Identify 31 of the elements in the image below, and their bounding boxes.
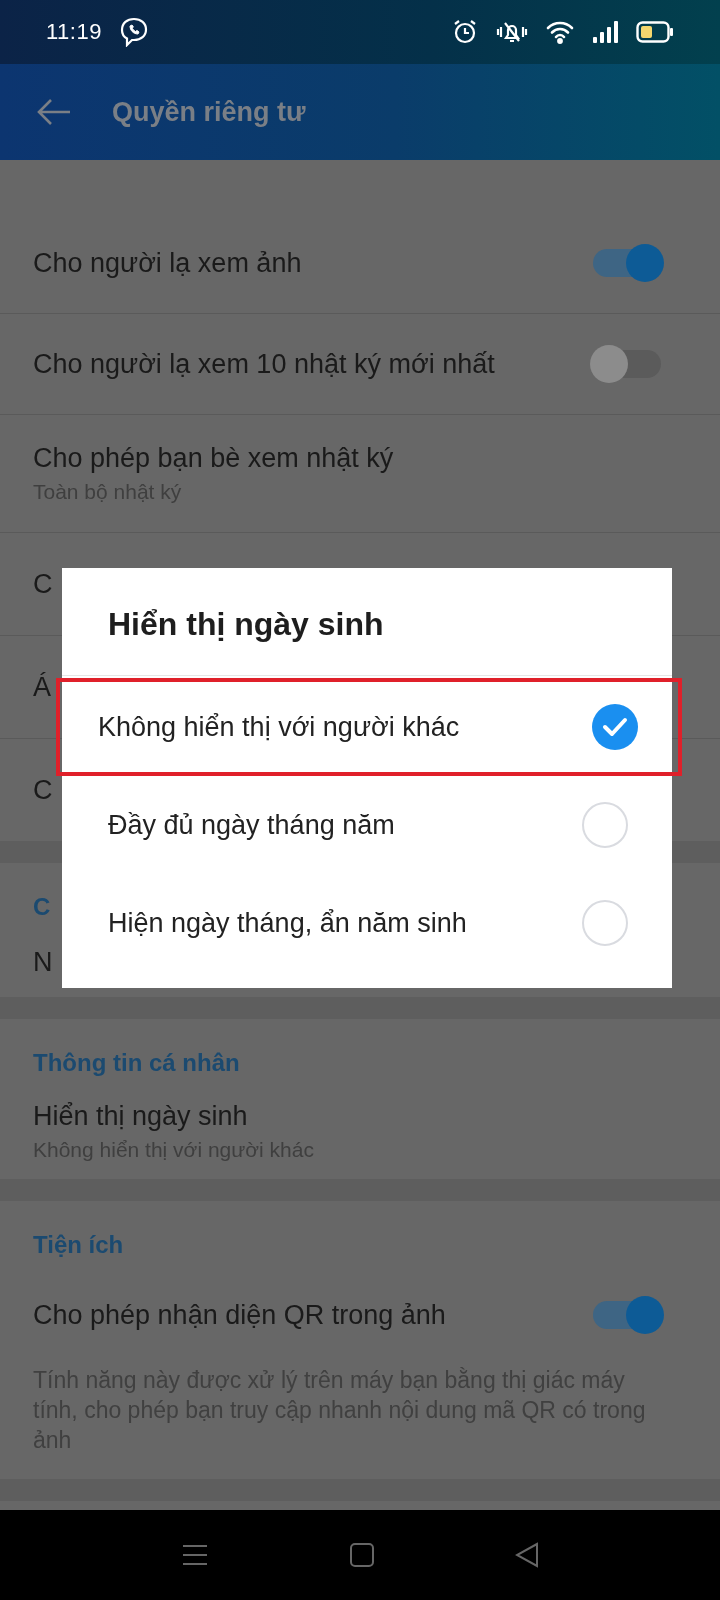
setting-label: N	[33, 946, 53, 978]
setting-label: Cho phép nhận diện QR trong ảnh	[33, 1299, 446, 1331]
chat-phone-icon	[119, 17, 148, 47]
setting-label: C	[33, 568, 53, 600]
check-icon	[602, 717, 628, 737]
radio-button[interactable]	[582, 802, 628, 848]
home-square-icon[interactable]	[349, 1542, 375, 1568]
back-arrow-icon[interactable]	[36, 97, 72, 127]
setting-label: Cho người lạ xem 10 nhật ký mới nhất	[33, 348, 495, 380]
dialog-title: Hiển thị ngày sinh	[62, 568, 672, 676]
setting-label: Cho phép bạn bè xem nhật ký	[33, 443, 395, 474]
setting-label: C	[33, 774, 53, 806]
back-triangle-icon[interactable]	[515, 1542, 539, 1568]
alarm-icon	[452, 19, 478, 45]
setting-label: Cho người lạ xem ảnh	[33, 247, 302, 279]
setting-label: Á	[33, 671, 51, 703]
setting-label: Hiển thị ngày sinh	[33, 1100, 249, 1132]
dialog-option[interactable]: Đầy đủ ngày tháng năm	[62, 776, 672, 874]
menu-icon[interactable]	[181, 1543, 209, 1567]
signal-icon	[592, 20, 618, 44]
dialog-option[interactable]: Không hiển thị với người khác	[56, 678, 682, 776]
battery-icon	[636, 21, 674, 43]
status-time: 11:19	[46, 19, 102, 45]
section-header: Tiện ích	[33, 1231, 124, 1259]
screen-title: Quyền riêng tư	[112, 96, 306, 128]
radio-button[interactable]	[592, 704, 638, 750]
dialog-option[interactable]: Hiện ngày tháng, ẩn năm sinh	[62, 874, 672, 972]
radio-button[interactable]	[582, 900, 628, 946]
wifi-icon	[546, 20, 574, 44]
section-header: Thông tin cá nhân	[33, 1049, 240, 1077]
section-header: C	[33, 893, 51, 921]
